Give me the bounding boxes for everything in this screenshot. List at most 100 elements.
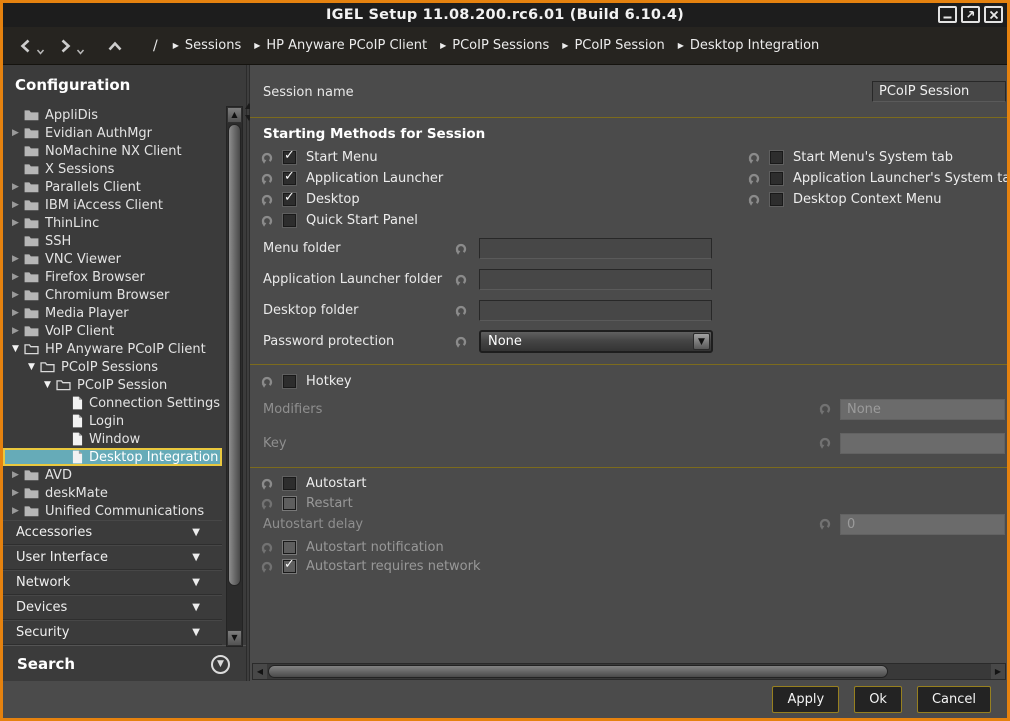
reset-icon[interactable] <box>260 172 274 186</box>
reset-icon[interactable] <box>260 193 274 207</box>
tree-item-voip-client[interactable]: ▶VoIP Client <box>3 322 222 340</box>
expand-icon[interactable]: ▶ <box>9 327 22 336</box>
menu-folder-input[interactable] <box>479 238 712 259</box>
forward-button[interactable] <box>57 36 74 56</box>
breadcrumb-pcoip-sessions[interactable]: ▶PCoIP Sessions <box>440 38 549 53</box>
apply-button[interactable]: Apply <box>772 686 839 713</box>
maximize-button[interactable] <box>961 6 980 23</box>
scroll-left-button[interactable]: ◀ <box>253 664 267 679</box>
close-button[interactable] <box>984 6 1003 23</box>
expand-icon[interactable]: ▶ <box>9 291 22 300</box>
tree-item-thinlinc[interactable]: ▶ThinLinc <box>3 214 222 232</box>
tree-item-media-player[interactable]: ▶Media Player <box>3 304 222 322</box>
tree-item-firefox-browser[interactable]: ▶Firefox Browser <box>3 268 222 286</box>
reset-icon[interactable] <box>260 151 274 165</box>
circled-chevron-down-icon[interactable]: ▼ <box>211 655 230 674</box>
expand-icon[interactable]: ▶ <box>9 273 22 282</box>
expand-icon[interactable]: ▶ <box>9 129 22 138</box>
sidebar-section-user-interface[interactable]: User Interface▼ <box>3 545 222 570</box>
breadcrumb-desktop-integration[interactable]: ▶Desktop Integration <box>678 38 820 53</box>
sidebar-section-accessories[interactable]: Accessories▼ <box>3 520 222 545</box>
expand-icon[interactable]: ▶ <box>9 255 22 264</box>
scroll-right-button[interactable]: ▶ <box>991 664 1005 679</box>
desktop-context-menu-checkbox[interactable] <box>770 193 783 206</box>
ok-button[interactable]: Ok <box>854 686 902 713</box>
tree-item-desktop-integration[interactable]: Desktop Integration <box>3 448 222 466</box>
scrollbar-thumb[interactable] <box>268 665 888 678</box>
scroll-down-button[interactable]: ▼ <box>227 630 242 646</box>
reset-icon[interactable] <box>454 242 468 256</box>
expand-icon[interactable]: ▶ <box>9 219 22 228</box>
collapse-icon[interactable]: ▼ <box>25 363 38 372</box>
tree-item-chromium-browser[interactable]: ▶Chromium Browser <box>3 286 222 304</box>
sidebar-section-security[interactable]: Security▼ <box>3 620 222 645</box>
expand-icon[interactable]: ▶ <box>9 507 22 516</box>
cancel-button[interactable]: Cancel <box>917 686 991 713</box>
breadcrumb-hp-anyware-pcoip-client[interactable]: ▶HP Anyware PCoIP Client <box>254 38 427 53</box>
folder-icon <box>24 487 39 499</box>
search-section[interactable]: Search ▼ <box>3 645 246 682</box>
tree-item-ssh[interactable]: SSH <box>3 232 222 250</box>
desktop-folder-input[interactable] <box>479 300 712 321</box>
folder-icon <box>24 307 39 319</box>
reset-icon[interactable] <box>260 214 274 228</box>
expand-icon[interactable]: ▶ <box>9 309 22 318</box>
reset-icon[interactable] <box>454 273 468 287</box>
back-button[interactable] <box>17 36 34 56</box>
tree-item-evidian-authmgr[interactable]: ▶Evidian AuthMgr <box>3 124 222 142</box>
reset-icon[interactable] <box>260 375 274 389</box>
tree-item-connection-settings[interactable]: Connection Settings <box>3 394 222 412</box>
reset-icon[interactable] <box>747 172 761 186</box>
tree-item-avd[interactable]: ▶AVD <box>3 466 222 484</box>
tree-item-pcoip-session[interactable]: ▼PCoIP Session <box>3 376 222 394</box>
expand-icon[interactable]: ▶ <box>9 201 22 210</box>
tree-item-x-sessions[interactable]: X Sessions <box>3 160 222 178</box>
expand-icon[interactable]: ▶ <box>9 183 22 192</box>
collapse-icon[interactable]: ▼ <box>41 381 54 390</box>
sidebar-section-network[interactable]: Network▼ <box>3 570 222 595</box>
reset-icon[interactable] <box>454 335 468 349</box>
tree-item-hp-anyware-pcoip-client[interactable]: ▼HP Anyware PCoIP Client <box>3 340 222 358</box>
start-menu-s-system-tab-checkbox[interactable] <box>770 151 783 164</box>
tree-item-vnc-viewer[interactable]: ▶VNC Viewer <box>3 250 222 268</box>
tree-item-parallels-client[interactable]: ▶Parallels Client <box>3 178 222 196</box>
expand-icon[interactable]: ▶ <box>9 489 22 498</box>
session-name-input[interactable] <box>872 81 1006 102</box>
tree-item-pcoip-sessions[interactable]: ▼PCoIP Sessions <box>3 358 222 376</box>
tree-item-unified-communications[interactable]: ▶Unified Communications <box>3 502 222 520</box>
chevron-down-icon[interactable]: ▼ <box>693 333 710 350</box>
reset-icon[interactable] <box>747 193 761 207</box>
reset-icon[interactable] <box>747 151 761 165</box>
application-launcher-folder-input[interactable] <box>479 269 712 290</box>
start-menu-checkbox[interactable]: ✓ <box>283 151 296 164</box>
password-protection-select[interactable]: None▼ <box>479 330 713 353</box>
tree-item-nomachine-nx-client[interactable]: NoMachine NX Client <box>3 142 222 160</box>
search-label: Search <box>17 655 75 673</box>
application-launcher-checkbox[interactable]: ✓ <box>283 172 296 185</box>
tree-item-ibm-iaccess-client[interactable]: ▶IBM iAccess Client <box>3 196 222 214</box>
tree-item-login[interactable]: Login <box>3 412 222 430</box>
expand-icon[interactable]: ▶ <box>9 471 22 480</box>
scrollbar-thumb[interactable] <box>228 124 241 586</box>
reset-icon[interactable] <box>260 477 274 491</box>
tree-item-deskmate[interactable]: ▶deskMate <box>3 484 222 502</box>
hotkey-checkbox[interactable] <box>283 375 296 388</box>
scroll-up-button[interactable]: ▲ <box>227 107 242 123</box>
application-launcher-s-system-tab-checkbox[interactable] <box>770 172 783 185</box>
reset-icon[interactable] <box>454 304 468 318</box>
tree-item-window[interactable]: Window <box>3 430 222 448</box>
up-level-button[interactable] <box>105 38 125 54</box>
breadcrumb-pcoip-session[interactable]: ▶PCoIP Session <box>562 38 664 53</box>
sidebar-section-devices[interactable]: Devices▼ <box>3 595 222 620</box>
back-history-dropdown[interactable] <box>36 49 45 55</box>
desktop-checkbox[interactable]: ✓ <box>283 193 296 206</box>
collapse-icon[interactable]: ▼ <box>9 345 22 354</box>
document-icon <box>72 396 83 410</box>
tree-item-applidis[interactable]: AppliDis <box>3 106 222 124</box>
breadcrumb-sessions[interactable]: ▶Sessions <box>173 38 242 53</box>
autostart-checkbox[interactable] <box>283 477 296 490</box>
minimize-button[interactable] <box>938 6 957 23</box>
quick-start-panel-checkbox[interactable] <box>283 214 296 227</box>
forward-history-dropdown[interactable] <box>76 49 85 55</box>
autostart-notification-checkbox <box>283 541 296 554</box>
